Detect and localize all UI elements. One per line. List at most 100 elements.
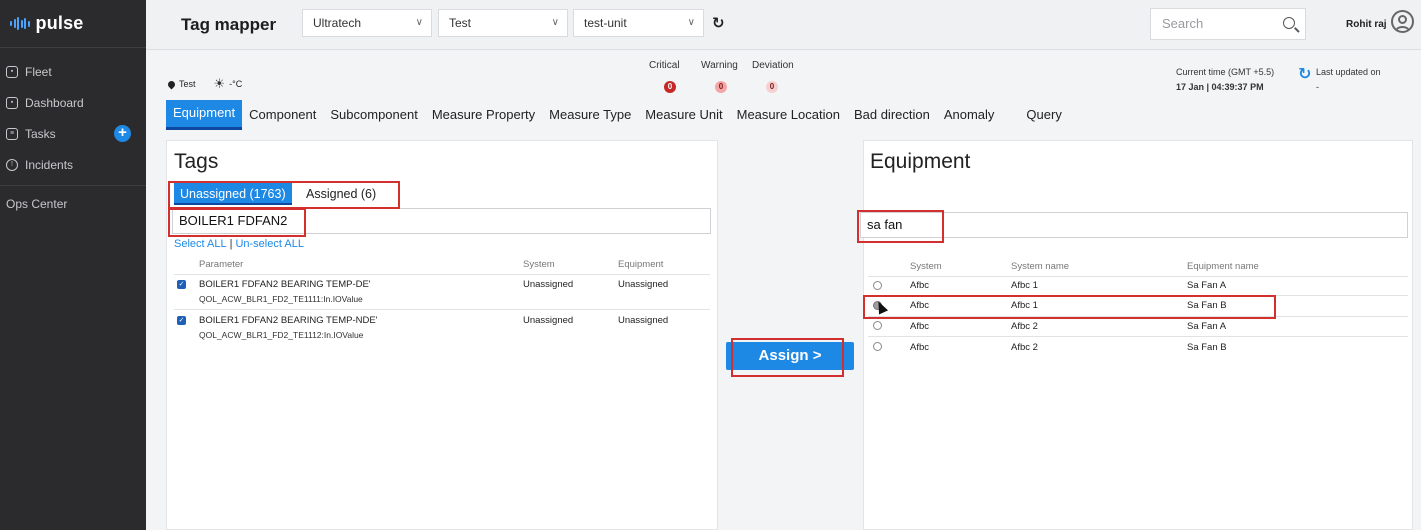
tab-subcomponent[interactable]: Subcomponent (323, 101, 424, 129)
parameter-tag: QOL_ACW_BLR1_FD2_TE1111:In.IOValue (199, 294, 363, 304)
sidebar-item-label: Dashboard (25, 95, 84, 110)
warning-count-badge[interactable]: 0 (715, 81, 727, 93)
tags-title: Tags (174, 150, 219, 173)
tab-assigned[interactable]: Assigned (6) (300, 183, 382, 205)
company-select-value: Ultratech (313, 16, 362, 30)
brand-logo[interactable]: pulse (0, 0, 146, 48)
sidebar-item-dashboard[interactable]: ▪ Dashboard (0, 87, 146, 118)
system-value: Afbc (910, 300, 930, 311)
sidebar-item-ops-center[interactable]: Ops Center (0, 189, 146, 219)
sidebar-item-fleet[interactable]: ▪ Fleet (0, 56, 146, 87)
unit-select-value: test-unit (584, 16, 627, 30)
link-separator: | (229, 238, 233, 250)
search-icon[interactable] (1283, 17, 1295, 29)
critical-label: Critical (649, 60, 680, 71)
column-header-system: System (910, 261, 942, 272)
row-checkbox[interactable]: ✓ (177, 280, 186, 289)
refresh-icon[interactable]: ↻ (712, 14, 725, 32)
equipment-value: Unassigned (618, 315, 669, 326)
search-input[interactable]: Search (1150, 8, 1306, 40)
temperature: -°C (229, 79, 243, 89)
sidebar-nav: ▪ Fleet ▪ Dashboard ≡ Tasks + ! Incident… (0, 48, 146, 219)
system-value: Afbc (910, 321, 930, 332)
column-header-system: System (523, 259, 555, 270)
tab-anomaly[interactable]: Anomaly (937, 101, 1002, 129)
tab-bad-direction[interactable]: Bad direction (847, 101, 937, 129)
unit-select[interactable]: test-unit ∨ (573, 9, 704, 37)
system-value: Afbc (910, 342, 930, 353)
system-value: Unassigned (523, 279, 574, 290)
deviation-count-badge[interactable]: 0 (766, 81, 778, 93)
table-header-divider (174, 274, 710, 275)
system-value: Unassigned (523, 315, 574, 326)
row-divider (868, 336, 1408, 337)
row-radio[interactable] (873, 321, 882, 330)
dashboard-icon: ▪ (6, 96, 18, 109)
column-header-parameter: Parameter (199, 259, 244, 270)
plant-select[interactable]: Test ∨ (438, 9, 568, 37)
tasks-icon: ≡ (6, 127, 18, 140)
column-header-equipment: Equipment (618, 259, 664, 270)
equipment-panel (863, 140, 1413, 530)
tab-measure-type[interactable]: Measure Type (542, 101, 638, 129)
tab-measure-property[interactable]: Measure Property (425, 101, 542, 129)
tab-unassigned[interactable]: Unassigned (1763) (174, 183, 292, 205)
tab-component[interactable]: Component (242, 101, 323, 129)
warning-label: Warning (701, 60, 738, 71)
equipment-name-value: Sa Fan A (1187, 321, 1227, 332)
tab-measure-location[interactable]: Measure Location (730, 101, 847, 129)
tab-query[interactable]: Query (1019, 101, 1068, 129)
chevron-down-icon: ∨ (415, 17, 423, 28)
reload-icon[interactable]: ↻ (1298, 64, 1311, 84)
header: Tag mapper Ultratech ∨ Test ∨ test-unit … (146, 0, 1421, 50)
assign-button[interactable]: Assign > (726, 342, 854, 370)
system-value: Afbc (910, 280, 930, 291)
equipment-value: Unassigned (618, 279, 669, 290)
tab-equipment[interactable]: Equipment (166, 100, 243, 130)
sidebar-item-tasks[interactable]: ≡ Tasks + (0, 118, 146, 149)
unselect-all-link[interactable]: Un-select ALL (235, 238, 303, 250)
row-radio[interactable] (873, 342, 882, 351)
last-updated-value: - (1316, 82, 1319, 92)
add-task-button[interactable]: + (114, 125, 131, 142)
company-select[interactable]: Ultratech ∨ (302, 9, 432, 37)
row-divider (868, 316, 1408, 317)
incidents-icon: ! (6, 158, 18, 171)
sidebar-divider (0, 185, 146, 186)
table-header-divider (868, 276, 1408, 277)
sidebar: pulse ▪ Fleet ▪ Dashboard ≡ Tasks + ! In… (0, 0, 146, 530)
search-placeholder: Search (1162, 16, 1204, 31)
parameter-tag: QOL_ACW_BLR1_FD2_TE1112:In.IOValue (199, 330, 364, 340)
current-time-value: 17 Jan | 04:39:37 PM (1176, 82, 1264, 92)
current-time: Current time (GMT +5.5) 17 Jan | 04:39:3… (1176, 65, 1274, 95)
equipment-name-value: Sa Fan B (1187, 342, 1227, 353)
tab-measure-unit[interactable]: Measure Unit (638, 101, 729, 129)
location-name: Test (179, 79, 196, 89)
parameter-name: BOILER1 FDFAN2 BEARING TEMP-NDE' (199, 315, 378, 326)
location-pin-icon (166, 79, 177, 89)
tag-mapper-tabs: Equipment Component Subcomponent Measure… (166, 100, 1069, 130)
row-checkbox[interactable]: ✓ (177, 316, 186, 325)
equipment-name-value: Sa Fan B (1187, 300, 1227, 311)
equipment-name-value: Sa Fan A (1187, 280, 1227, 291)
last-updated-label: Last updated on (1316, 67, 1381, 77)
column-header-system-name: System name (1011, 261, 1070, 272)
system-name-value: Afbc 2 (1011, 342, 1038, 353)
tags-filter-input[interactable]: BOILER1 FDFAN2 (172, 208, 711, 234)
select-all-link[interactable]: Select ALL (174, 238, 227, 250)
sidebar-item-incidents[interactable]: ! Incidents (0, 149, 146, 180)
system-name-value: Afbc 1 (1011, 300, 1038, 311)
row-divider (174, 309, 710, 310)
selection-links: Select ALL | Un-select ALL (174, 238, 304, 250)
sidebar-item-label: Fleet (25, 64, 52, 79)
equipment-filter-input[interactable]: sa fan (860, 212, 1408, 238)
avatar[interactable] (1391, 10, 1414, 33)
user-name[interactable]: Rohit raj (1346, 19, 1387, 30)
row-radio[interactable] (873, 281, 882, 290)
system-name-value: Afbc 2 (1011, 321, 1038, 332)
parameter-name: BOILER1 FDFAN2 BEARING TEMP-DE' (199, 279, 371, 290)
critical-count-badge[interactable]: 0 (664, 81, 676, 93)
sidebar-item-label: Tasks (25, 126, 56, 141)
chevron-down-icon: ∨ (551, 17, 559, 28)
last-updated: Last updated on - (1316, 65, 1381, 95)
